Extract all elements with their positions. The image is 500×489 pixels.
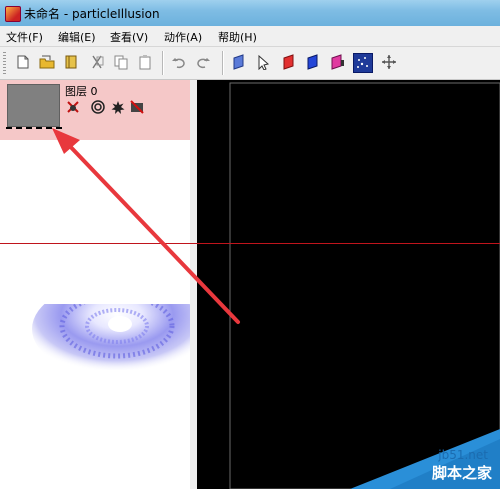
panel-divider[interactable] <box>190 80 197 489</box>
window-title: 未命名 - particleIllusion <box>24 7 160 21</box>
menu-bar: 文件(F) 编辑(E) 查看(V) 动作(A) 帮助(H) <box>0 26 500 47</box>
layer-index: 0 <box>90 85 98 98</box>
site-watermark: jb51.net 脚本之家 <box>350 429 500 489</box>
toolbar-grip[interactable] <box>3 52 6 74</box>
app-icon <box>5 6 21 22</box>
target-icon[interactable] <box>91 99 105 114</box>
emitter-preview-image <box>22 304 197 370</box>
move-icon[interactable] <box>380 53 398 71</box>
watermark-name: 脚本之家 <box>431 464 492 482</box>
select-arrow-icon[interactable] <box>254 53 272 71</box>
pink-blocker-icon[interactable] <box>328 53 346 71</box>
copy-icon[interactable] <box>112 53 130 71</box>
library-icon[interactable] <box>62 53 80 71</box>
horizontal-guide-line <box>0 243 500 244</box>
watermark-url: jb51.net <box>438 448 488 462</box>
layer-thumbnail[interactable] <box>7 84 60 127</box>
open-folder-icon[interactable] <box>38 53 56 71</box>
red-emitter-icon[interactable] <box>280 53 298 71</box>
layer-dashed-line <box>6 127 62 129</box>
crossed-box-icon[interactable] <box>130 99 144 114</box>
layer-panel: 图层 0 <box>0 80 197 489</box>
layer-row[interactable]: 图层 0 <box>0 80 190 140</box>
hide-x-icon[interactable] <box>66 99 80 113</box>
toolbar-separator <box>222 51 224 75</box>
new-file-icon[interactable] <box>14 53 32 71</box>
layer-label: 图层 <box>65 85 87 98</box>
stage-canvas[interactable] <box>197 80 500 489</box>
title-bar: 未命名 - particleIllusion <box>0 0 500 26</box>
blue-deflector-icon[interactable] <box>304 53 322 71</box>
menu-edit[interactable]: 编辑(E) <box>58 29 96 45</box>
burst-icon[interactable] <box>111 99 125 114</box>
paste-icon[interactable] <box>136 53 154 71</box>
menu-view[interactable]: 查看(V) <box>110 29 148 45</box>
cut-icon[interactable] <box>88 53 106 71</box>
toolbar <box>0 47 500 80</box>
particle-emitter-icon[interactable] <box>353 53 373 73</box>
menu-help[interactable]: 帮助(H) <box>218 29 257 45</box>
toolbar-separator <box>162 51 164 75</box>
menu-action[interactable]: 动作(A) <box>164 29 202 45</box>
undo-icon[interactable] <box>170 53 188 71</box>
layer-icon[interactable] <box>230 53 248 71</box>
menu-file[interactable]: 文件(F) <box>6 29 43 45</box>
layer-name: 图层 0 <box>65 83 98 99</box>
redo-icon[interactable] <box>194 53 212 71</box>
